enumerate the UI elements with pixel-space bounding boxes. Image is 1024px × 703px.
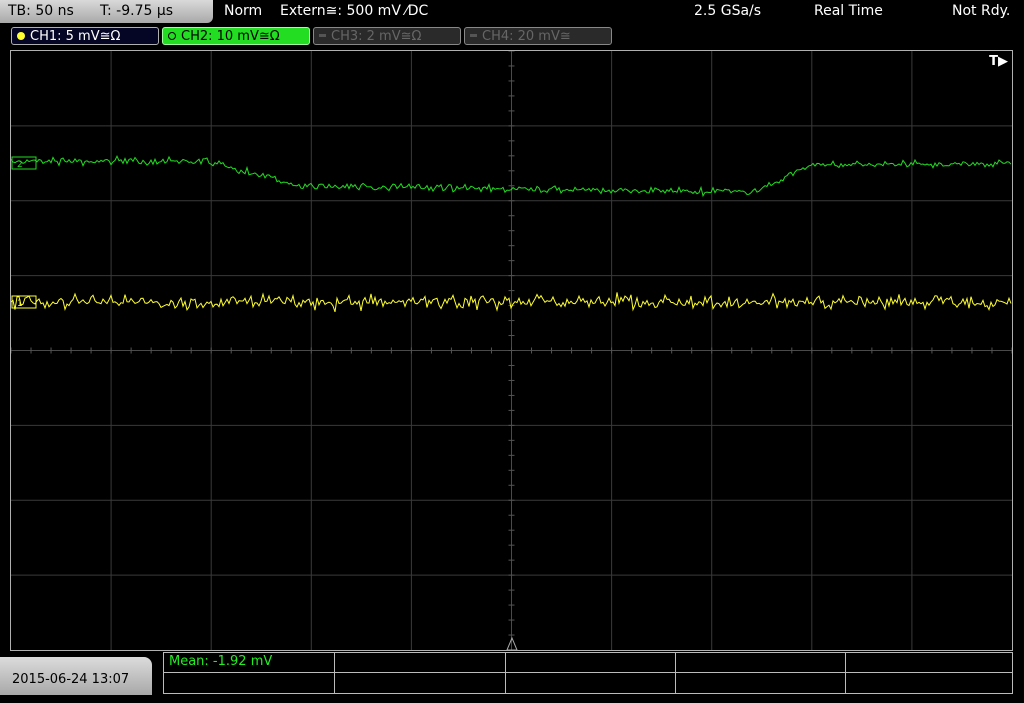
channel-4-dash-icon (470, 34, 477, 37)
trigger-time-value[interactable]: T: -9.75 µs (100, 0, 173, 23)
channel-3-dash-icon (319, 34, 326, 37)
channel-1-tab[interactable]: CH1: 5 mV≅Ω (11, 27, 159, 45)
graticule (11, 51, 1012, 650)
channel-4-tab[interactable]: CH4: 20 mV≅ (464, 27, 612, 45)
ch1-marker-text: 1 (17, 299, 23, 309)
trigger-source[interactable]: Extern≅: 500 mV ⁄DC (280, 0, 428, 23)
channel-1-label: CH1: 5 mV≅Ω (30, 29, 121, 44)
channel-4-label: CH4: 20 mV≅ (482, 29, 571, 44)
channel-3-tab[interactable]: CH3: 2 mV≅Ω (313, 27, 461, 45)
measurement-panel[interactable]: Mean: -1.92 mV (163, 652, 1013, 694)
trigger-status: Not Rdy. (952, 3, 1011, 19)
date-time: 2015-06-24 13:07 (0, 657, 152, 695)
status-bar: TB: 50 ns T: -9.75 µs Norm Extern≅: 500 … (0, 0, 1024, 24)
channel-3-label: CH3: 2 mV≅Ω (331, 29, 422, 44)
channel-2-offset-marker[interactable]: 2 (11, 156, 37, 170)
waveform-display[interactable]: 2 1 T▶ (10, 50, 1013, 651)
channel-2-label: CH2: 10 mV≅Ω (181, 29, 280, 44)
timebase-panel[interactable]: TB: 50 ns T: -9.75 µs (0, 0, 213, 23)
channel-2-tab[interactable]: CH2: 10 mV≅Ω (162, 27, 310, 45)
sample-rate: 2.5 GSa/s (694, 3, 762, 19)
timebase-value[interactable]: TB: 50 ns (8, 0, 74, 23)
acquisition-mode: Real Time (814, 3, 883, 19)
waveform-svg: 2 1 (11, 51, 1012, 650)
channel-1-dot-icon (17, 32, 25, 40)
channel-2-dot-icon (168, 32, 176, 40)
trigger-indicator: T▶ (989, 54, 1008, 69)
mean-measurement: Mean: -1.92 mV (169, 654, 273, 669)
measurement-grid (163, 652, 1013, 694)
trigger-mode[interactable]: Norm (224, 0, 262, 23)
channel-bar: CH1: 5 mV≅Ω CH2: 10 mV≅Ω CH3: 2 mV≅Ω CH4… (0, 25, 1024, 49)
footer-bar: 2015-06-24 13:07 Mean: -1.92 mV (0, 651, 1024, 695)
ch2-marker-text: 2 (17, 160, 23, 170)
